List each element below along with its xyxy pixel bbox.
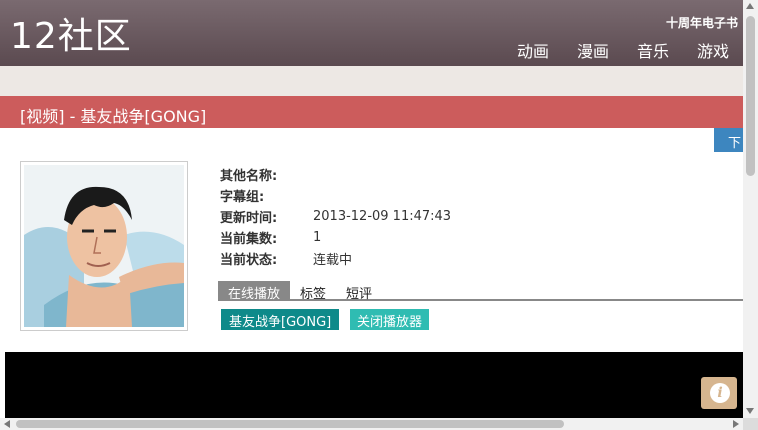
cover-image [20,161,188,331]
title-bar: [视频] - 基友战争[GONG] [0,96,743,128]
tab-online-play[interactable]: 在线播放 [218,281,291,302]
page: 12社区 十周年电子书 动画 漫画 音乐 游戏 [视频] - 基友战争[GONG… [0,0,758,430]
horizontal-scroll-thumb[interactable] [16,420,564,428]
site-logo[interactable]: 12社区 [10,16,132,58]
scroll-down-icon[interactable] [746,408,754,414]
info-row: 字幕组: [220,185,451,206]
info-value: 1 [313,230,322,245]
scroll-up-icon[interactable] [746,3,754,9]
info-value: 连载中 [313,253,353,268]
info-list: 其他名称: 字幕组: 更新时间: 2013-12-09 11:47:43 当前集… [220,164,451,269]
vertical-scroll-thumb[interactable] [746,16,755,176]
close-player-button[interactable]: 关闭播放器 [350,309,430,330]
content-tabs: 在线播放 标签 短评 [218,281,743,302]
info-key: 当前集数: [220,232,278,247]
nav-item-music[interactable]: 音乐 [637,38,669,62]
nav-item-games[interactable]: 游戏 [697,38,729,62]
nav-item-comics[interactable]: 漫画 [577,38,609,62]
main-nav: 动画 漫画 音乐 游戏 [517,38,729,62]
info-row: 更新时间: 2013-12-09 11:47:43 [220,206,451,227]
down-button[interactable]: 下 [714,128,743,152]
nav-item-anime[interactable]: 动画 [517,38,549,62]
episode-button[interactable]: 基友战争[GONG] [221,309,340,330]
info-row: 当前集数: 1 [220,227,451,248]
info-key: 当前状态: [220,253,278,268]
info-button[interactable]: i [701,377,737,409]
sub-bar [0,66,743,96]
info-key: 更新时间: [220,211,278,226]
vertical-scrollbar[interactable] [743,0,758,418]
scrollbar-corner [743,418,758,430]
info-value: 2013-12-09 11:47:43 [313,209,452,224]
page-title: [视频] - 基友战争[GONG] [20,107,207,126]
video-player[interactable] [5,352,743,418]
tab-comments[interactable]: 短评 [336,281,382,302]
scroll-right-icon[interactable] [733,420,739,428]
info-icon: i [710,383,730,403]
info-row: 当前状态: 连载中 [220,248,451,269]
scroll-left-icon[interactable] [4,420,10,428]
site-header: 12社区 十周年电子书 动画 漫画 音乐 游戏 [0,0,743,66]
horizontal-scrollbar[interactable] [0,418,743,430]
ebook-link[interactable]: 十周年电子书 [666,14,738,31]
info-key: 其他名称: [220,169,278,184]
tab-tags[interactable]: 标签 [290,281,336,302]
info-key: 字幕组: [220,190,265,205]
info-row: 其他名称: [220,164,451,185]
cover-illustration [24,165,184,327]
